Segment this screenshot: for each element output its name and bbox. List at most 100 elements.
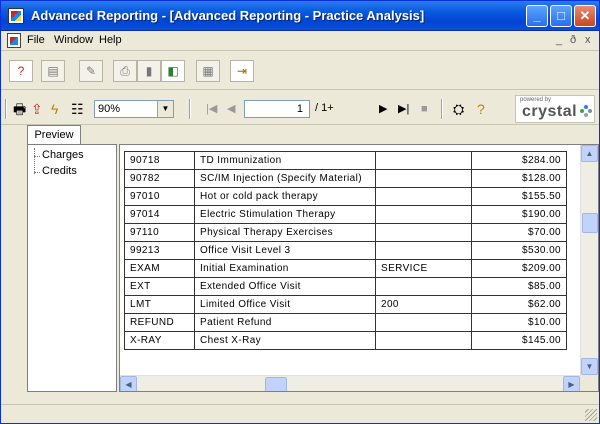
horizontal-scroll-thumb[interactable] (265, 377, 287, 391)
tree-item-credits[interactable]: Credits (34, 165, 77, 177)
exit-door-icon[interactable]: ⇥ (230, 60, 254, 82)
window-title: Advanced Reporting - [Advanced Reporting… (31, 8, 425, 23)
menu-help[interactable]: Help (99, 34, 122, 46)
toolbar-grip (5, 99, 7, 119)
table-row: EXAM Initial Examination SERVICE $209.00 (124, 259, 567, 278)
maximize-button[interactable]: □ (550, 5, 572, 27)
table-row: REFUND Patient Refund $10.00 (124, 313, 567, 332)
print-setup-icon[interactable]: ⎙ (113, 60, 137, 82)
report-viewer: 90718 TD Immunization $284.00 90782 SC/IM In… (119, 144, 599, 392)
amount-cell: $209.00 (471, 259, 567, 278)
procedure-code-cell: X-RAY (124, 331, 195, 350)
procedure-code-cell: 97014 (124, 205, 195, 224)
type-cell (375, 169, 472, 188)
zoom-value: 90% (98, 103, 121, 115)
amount-cell: $62.00 (471, 295, 567, 314)
close-button[interactable]: ✕ (574, 5, 596, 27)
menu-file[interactable]: File (27, 34, 45, 46)
procedure-code-cell: 90782 (124, 169, 195, 188)
mdi-restore-button[interactable]: ð (570, 34, 576, 46)
open-icon[interactable]: ▤ (41, 60, 65, 82)
description-cell: Chest X-Ray (194, 331, 376, 350)
amount-cell: $530.00 (471, 241, 567, 260)
last-page-icon[interactable]: ▶| (398, 101, 409, 117)
procedure-code-cell: LMT (124, 295, 195, 314)
minimize-icon: _ (533, 8, 541, 23)
crystal-logo: powered by crystal (515, 95, 595, 123)
scroll-right-icon[interactable]: ▶ (563, 376, 580, 391)
title-bar[interactable]: Advanced Reporting - [Advanced Reporting… (1, 1, 599, 31)
export-report-icon[interactable]: ⇪ (31, 101, 43, 117)
type-cell: SERVICE (375, 259, 472, 278)
export-icon[interactable]: ▮ (137, 60, 161, 82)
amount-cell: $284.00 (471, 151, 567, 170)
horizontal-scrollbar[interactable]: ◀ ▶ (120, 375, 580, 391)
app-icon[interactable] (8, 8, 24, 24)
vertical-scroll-thumb[interactable] (582, 213, 598, 233)
table-row: 97010 Hot or cold pack therapy $155.50 (124, 187, 567, 206)
type-cell (375, 223, 472, 242)
next-page-icon[interactable]: ▶ (379, 101, 387, 117)
toolbar-separator (189, 99, 191, 119)
pen-icon[interactable]: ✎ (79, 60, 103, 82)
zoom-select[interactable]: 90% ▼ (94, 100, 174, 118)
maximize-icon: □ (557, 8, 565, 23)
menu-window[interactable]: Window (54, 34, 93, 46)
description-cell: Hot or cold pack therapy (194, 187, 376, 206)
viewer-toolbar: 🖶 ⇪ ϟ ☷ 90% ▼ |◀ ◀ 1 / 1+ ▶ ▶| ■ ⛭ ? pow… (1, 93, 599, 125)
search-binoculars-icon[interactable]: ⛭ (453, 101, 464, 117)
tab-preview[interactable]: Preview (27, 125, 81, 145)
toggle-tree-icon[interactable]: ☷ (71, 101, 84, 117)
mdi-close-button[interactable]: x (585, 34, 591, 46)
vertical-scrollbar[interactable]: ▲ ▼ (580, 145, 598, 375)
amount-cell: $10.00 (471, 313, 567, 332)
table-row: 90718 TD Immunization $284.00 (124, 151, 567, 170)
amount-cell: $85.00 (471, 277, 567, 296)
procedure-code-cell: 90718 (124, 151, 195, 170)
previous-page-icon[interactable]: ◀ (227, 101, 235, 117)
refresh-lightning-icon[interactable]: ϟ (51, 101, 58, 117)
app-window: Advanced Reporting - [Advanced Reporting… (0, 0, 600, 424)
amount-cell: $128.00 (471, 169, 567, 188)
main-toolbar: ? ▤ ✎ ⎙ ▮ ◧ ▦ ⇥ (1, 52, 599, 90)
procedure-code-cell: 97010 (124, 187, 195, 206)
description-cell: Limited Office Visit (194, 295, 376, 314)
type-cell (375, 205, 472, 224)
document-icon[interactable] (7, 33, 21, 48)
description-cell: Patient Refund (194, 313, 376, 332)
help-pointer-icon[interactable]: ? (9, 60, 33, 82)
description-cell: Electric Stimulation Therapy (194, 205, 376, 224)
scroll-up-icon[interactable]: ▲ (581, 145, 598, 162)
type-cell (375, 313, 472, 332)
tree-item-charges[interactable]: Charges (34, 149, 84, 161)
help-icon[interactable]: ? (477, 101, 485, 117)
description-cell: Physical Therapy Exercises (194, 223, 376, 242)
print-icon[interactable]: 🖶 (13, 101, 26, 117)
group-tree: Charges Credits (27, 144, 117, 392)
amount-cell: $155.50 (471, 187, 567, 206)
stop-icon[interactable]: ■ (421, 101, 428, 117)
page-number-input[interactable]: 1 (244, 100, 310, 118)
amount-cell: $70.00 (471, 223, 567, 242)
procedure-code-cell: 97110 (124, 223, 195, 242)
scroll-down-icon[interactable]: ▼ (581, 358, 598, 375)
type-cell (375, 241, 472, 260)
procedure-code-cell: REFUND (124, 313, 195, 332)
resize-grip-icon[interactable] (585, 409, 597, 421)
chevron-down-icon[interactable]: ▼ (157, 101, 173, 117)
grid-icon[interactable]: ▦ (196, 60, 220, 82)
close-icon: ✕ (579, 8, 591, 23)
page-total: / 1+ (315, 102, 334, 114)
scroll-left-icon[interactable]: ◀ (120, 376, 137, 391)
toolbar-separator-2 (441, 99, 443, 119)
type-cell (375, 331, 472, 350)
mail-icon[interactable]: ◧ (161, 60, 185, 82)
procedure-code-cell: 99213 (124, 241, 195, 260)
mdi-minimize-button[interactable]: _ (556, 34, 562, 46)
first-page-icon[interactable]: |◀ (206, 101, 217, 117)
minimize-button[interactable]: _ (526, 5, 548, 27)
procedure-code-cell: EXAM (124, 259, 195, 278)
table-row: EXT Extended Office Visit $85.00 (124, 277, 567, 296)
crystal-dots-icon (580, 105, 592, 117)
menu-bar: File Window Help _ ð x (1, 31, 599, 51)
